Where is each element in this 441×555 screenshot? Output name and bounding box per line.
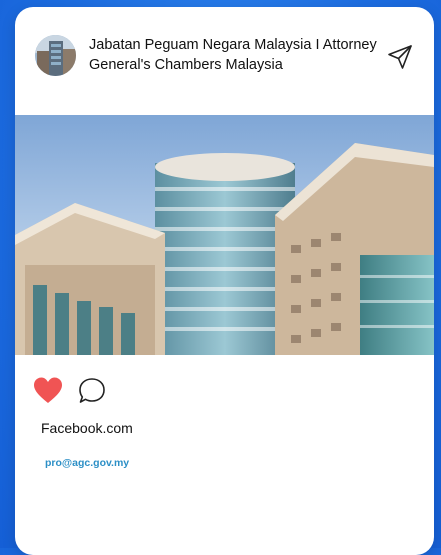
page-title: Jabatan Peguam Negara Malaysia I Attorne… bbox=[89, 37, 377, 73]
post-header: Jabatan Peguam Negara Malaysia I Attorne… bbox=[15, 7, 434, 115]
building-avatar-icon bbox=[35, 35, 76, 76]
speech-bubble-icon[interactable] bbox=[77, 376, 107, 406]
email-link[interactable]: pro@agc.gov.my bbox=[45, 457, 129, 469]
post-image bbox=[15, 115, 434, 355]
building-photo bbox=[15, 115, 434, 355]
heart-icon[interactable] bbox=[33, 376, 63, 406]
paper-plane-icon[interactable] bbox=[386, 43, 414, 71]
avatar[interactable] bbox=[35, 35, 76, 76]
post-card: Jabatan Peguam Negara Malaysia I Attorne… bbox=[15, 7, 434, 555]
source-label: Facebook.com bbox=[41, 420, 133, 436]
post-actions bbox=[33, 375, 107, 407]
